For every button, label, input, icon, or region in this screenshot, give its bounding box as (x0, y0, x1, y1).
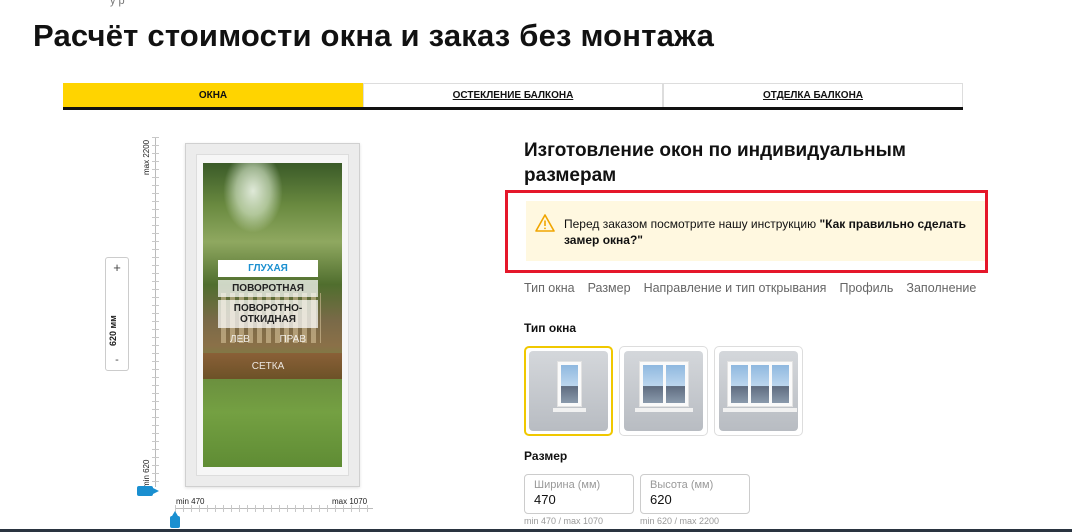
height-hint: min 620 / max 2200 (640, 516, 720, 526)
opening-type-menu: ГЛУХАЯ ПОВОРОТНАЯ ПОВОРОТНО-ОТКИДНАЯ ЛЕВ… (218, 260, 318, 375)
width-value: 470 (534, 492, 556, 507)
size-label: Размер (524, 449, 568, 463)
height-min-label: min 620 (142, 459, 151, 488)
width-placeholder: Ширина (мм) (534, 479, 601, 491)
option-tilt-turn[interactable]: ПОВОРОТНО-ОТКИДНАЯ (218, 300, 318, 328)
window-configurator: max 2200 min 620 min 470 max 1070 + 620 … (100, 130, 400, 532)
measure-notice: Перед заказом посмотрите нашу инструкцию… (526, 201, 985, 261)
height-value: 620 (650, 492, 672, 507)
page-title: Расчёт стоимости окна и заказ без монтаж… (33, 18, 715, 53)
step-window-type[interactable]: Тип окна (524, 281, 575, 295)
width-slider-handle[interactable] (170, 511, 180, 528)
option-left[interactable]: ЛЕВ (230, 331, 250, 348)
step-filling[interactable]: Заполнение (906, 281, 976, 295)
step-profile[interactable]: Профиль (839, 281, 893, 295)
height-stepper: + 620 мм - (105, 257, 129, 371)
tab-windows[interactable]: ОКНА (63, 83, 363, 107)
window-type-label: Тип окна (524, 321, 577, 335)
width-min-label: min 470 (176, 497, 205, 506)
option-fixed[interactable]: ГЛУХАЯ (218, 260, 318, 277)
size-fields: Ширина (мм) 470 min 470 / max 1070 Высот… (524, 474, 750, 526)
notice-highlight: Перед заказом посмотрите нашу инструкцию… (505, 190, 988, 273)
type-triple-pane[interactable] (714, 346, 803, 436)
window-type-options (524, 346, 803, 436)
height-placeholder: Высота (мм) (650, 479, 714, 491)
tabs: ОКНА ОСТЕКЛЕНИЕ БАЛКОНА ОТДЕЛКА БАЛКОНА (63, 83, 963, 110)
option-right[interactable]: ПРАВ (279, 331, 306, 348)
width-max-label: max 1070 (332, 497, 368, 506)
order-panel: Изготовление окон по индивидуальным разм… (505, 138, 994, 526)
warning-icon (535, 214, 555, 232)
tab-balcony-glazing[interactable]: ОСТЕКЛЕНИЕ БАЛКОНА (363, 83, 663, 107)
step-opening[interactable]: Направление и тип открывания (644, 281, 827, 295)
increase-button[interactable]: + (106, 260, 128, 275)
decrease-button[interactable]: - (106, 354, 128, 366)
garden-photo: ГЛУХАЯ ПОВОРОТНАЯ ПОВОРОТНО-ОТКИДНАЯ ЛЕВ… (203, 163, 342, 467)
height-input[interactable]: Высота (мм) 620 (640, 474, 750, 514)
step-size[interactable]: Размер (588, 281, 631, 295)
width-input[interactable]: Ширина (мм) 470 (524, 474, 634, 514)
height-ruler (152, 137, 159, 487)
width-hint: min 470 / max 1070 (524, 516, 604, 526)
section-title: Изготовление окон по индивидуальным разм… (524, 140, 906, 186)
type-double-pane[interactable] (619, 346, 708, 436)
width-field: Ширина (мм) 470 min 470 / max 1070 (524, 474, 634, 526)
option-mesh[interactable]: СЕТКА (218, 358, 318, 375)
stepper-value: 620 мм (108, 315, 118, 346)
height-max-label: max 2200 (142, 139, 151, 175)
notice-prefix: Перед заказом посмотрите нашу инструкцию (564, 217, 820, 231)
config-steps-nav: Тип окна Размер Направление и тип открыв… (524, 281, 994, 295)
window-preview: ГЛУХАЯ ПОВОРОТНАЯ ПОВОРОТНО-ОТКИДНАЯ ЛЕВ… (185, 143, 360, 487)
tab-balcony-finishing[interactable]: ОТДЕЛКА БАЛКОНА (663, 83, 963, 107)
breadcrumb: у р (110, 0, 125, 7)
notice-text: Перед заказом посмотрите нашу инструкцию… (564, 216, 974, 248)
option-turn[interactable]: ПОВОРОТНАЯ (218, 280, 318, 297)
height-slider-handle[interactable] (137, 486, 159, 496)
type-single-pane[interactable] (524, 346, 613, 436)
width-ruler (175, 505, 373, 512)
height-field: Высота (мм) 620 min 620 / max 2200 (640, 474, 750, 526)
